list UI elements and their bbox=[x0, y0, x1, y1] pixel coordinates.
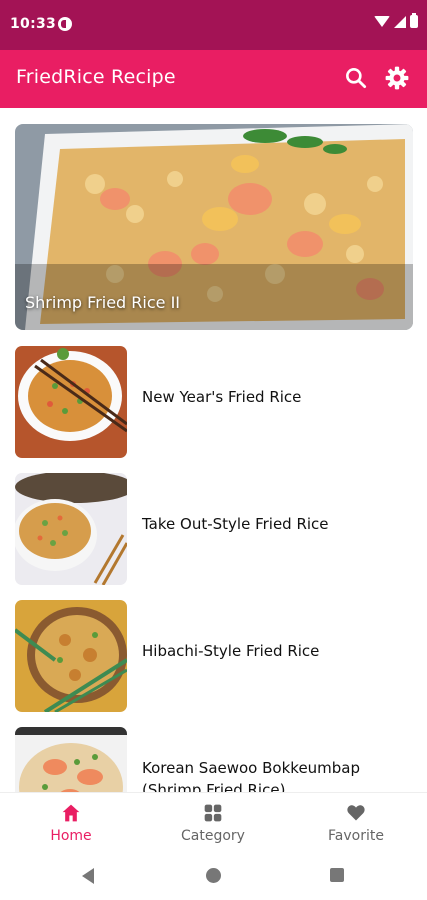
featured-recipe-title: Shrimp Fried Rice II bbox=[25, 293, 181, 312]
recipe-thumbnail bbox=[15, 346, 127, 458]
back-icon[interactable] bbox=[82, 868, 94, 884]
search-icon bbox=[346, 68, 367, 89]
nav-favorite-label: Favorite bbox=[328, 828, 384, 844]
recipe-title: New Year's Fried Rice bbox=[142, 388, 302, 406]
recipe-list-item[interactable]: Hibachi-Style Fried Rice bbox=[15, 600, 427, 712]
nav-category[interactable]: Category bbox=[142, 793, 284, 853]
home-icon bbox=[62, 804, 80, 822]
app-screen: 10:33 FriedRice Recipe Shrimp Fried Rice… bbox=[0, 0, 427, 900]
recipe-title: Korean Saewoo Bokkeumbap (Shrimp Fried R… bbox=[142, 759, 361, 792]
recipe-list: Shrimp Fried Rice II New Year's Fried Ri… bbox=[0, 108, 427, 792]
nav-favorite[interactable]: Favorite bbox=[285, 793, 427, 853]
wifi-icon bbox=[374, 16, 390, 27]
recipe-thumbnail bbox=[15, 473, 127, 585]
system-home-icon[interactable] bbox=[206, 868, 221, 883]
settings-button[interactable] bbox=[384, 65, 410, 91]
battery-icon bbox=[410, 13, 418, 28]
nav-category-label: Category bbox=[181, 828, 245, 844]
gear-icon bbox=[385, 66, 409, 90]
recents-icon[interactable] bbox=[330, 868, 344, 882]
recipe-title: Take Out-Style Fried Rice bbox=[142, 515, 329, 533]
status-time: 10:33 bbox=[10, 16, 57, 32]
recipe-list-item[interactable]: New Year's Fried Rice bbox=[15, 346, 427, 458]
bottom-navigation: Home Category Favorite bbox=[0, 792, 427, 852]
search-button[interactable] bbox=[343, 65, 369, 91]
recipe-list-item[interactable]: Korean Saewoo Bokkeumbap (Shrimp Fried R… bbox=[15, 727, 427, 792]
system-navigation-bar bbox=[0, 852, 427, 900]
signal-icon bbox=[394, 15, 406, 28]
app-bar: FriedRice Recipe bbox=[0, 50, 427, 108]
system-indicators bbox=[374, 13, 418, 28]
grid-icon bbox=[204, 804, 222, 822]
nav-home[interactable]: Home bbox=[0, 793, 142, 853]
heart-icon bbox=[347, 805, 365, 821]
recipe-thumbnail bbox=[15, 600, 127, 712]
recipe-list-item[interactable]: Take Out-Style Fried Rice bbox=[15, 473, 427, 585]
recipe-title: Hibachi-Style Fried Rice bbox=[142, 642, 320, 660]
dnd-icon bbox=[58, 17, 72, 31]
featured-recipe-card[interactable]: Shrimp Fried Rice II bbox=[15, 124, 413, 330]
app-title: FriedRice Recipe bbox=[16, 66, 176, 88]
nav-home-label: Home bbox=[50, 828, 92, 844]
status-bar: 10:33 bbox=[0, 0, 427, 50]
recipe-thumbnail bbox=[15, 727, 127, 792]
